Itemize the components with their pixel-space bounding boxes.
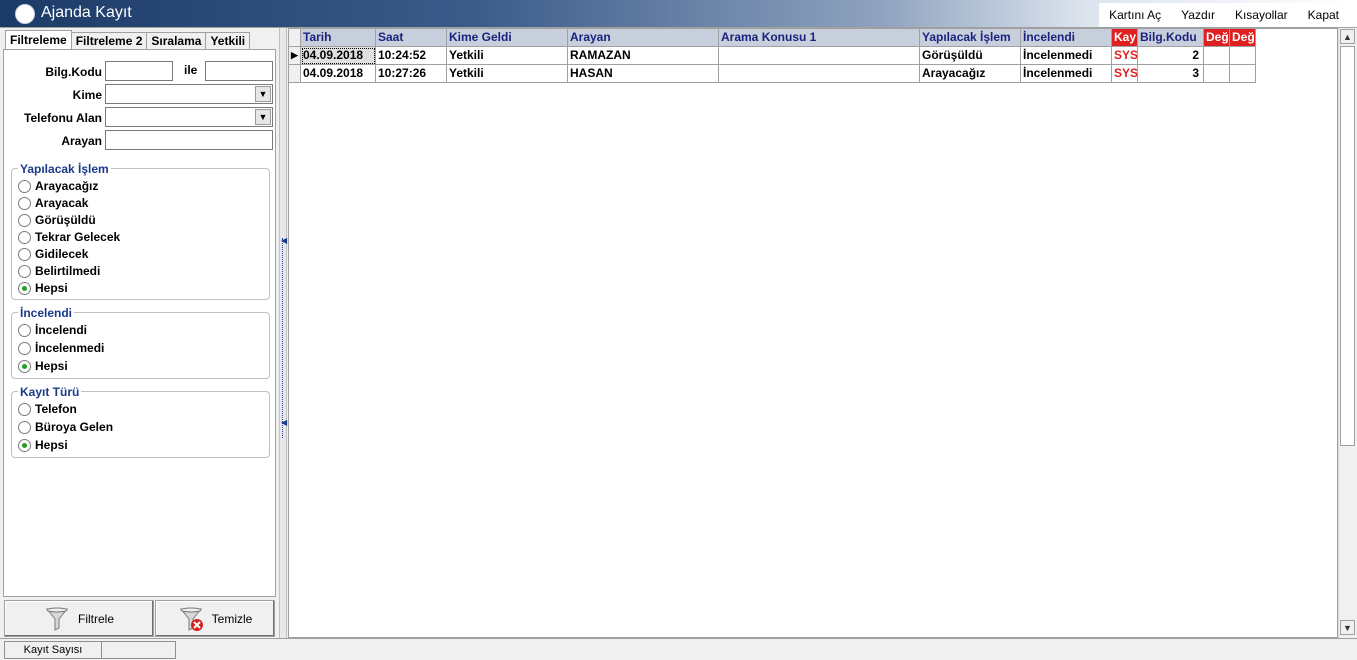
filter-tabs: Filtreleme Filtreleme 2 Sıralama Yetkili [5,30,251,50]
col-incelendi[interactable]: İncelendi [1021,29,1112,47]
clear-button[interactable]: Temizle [155,600,275,637]
scroll-thumb[interactable] [1340,46,1355,446]
collapse-left-icon[interactable]: ◀ [281,418,287,427]
grid-vertical-scrollbar[interactable]: ▲ ▼ [1338,28,1356,638]
tab-filtreleme-2[interactable]: Filtreleme 2 [70,32,148,50]
current-row-icon: ▶ [289,47,301,65]
tab-filtreleme[interactable]: Filtreleme [5,30,72,50]
window-title: Ajanda Kayıt [41,4,132,21]
radio-incelendi[interactable]: İncelendi [18,323,87,337]
menu-print[interactable]: Yazdır [1171,8,1225,22]
incelendi-group: İncelendi İncelendi İncelenmedi Hepsi [11,306,270,379]
col-kay[interactable]: Kay [1112,29,1138,47]
radio-yapilacak-hepsi[interactable]: Hepsi [18,281,68,295]
menu-open-card[interactable]: Kartını Aç [1099,8,1171,22]
radio-arayacagiz[interactable]: Arayacağız [18,179,98,193]
table-row[interactable]: 04.09.2018 10:27:26 Yetkili HASAN Arayac… [289,65,1256,83]
app-logo-icon [15,4,35,24]
col-arayan[interactable]: Arayan [568,29,719,47]
radio-belirtilmedi[interactable]: Belirtilmedi [18,264,100,278]
radio-kayit-hepsi[interactable]: Hepsi [18,438,68,452]
ile-label: ile [184,63,198,77]
kime-label: Kime [72,88,102,102]
telefonu-alan-select[interactable]: ▼ [105,107,273,127]
scroll-down-icon[interactable]: ▼ [1340,620,1355,635]
yapilacak-islem-group: Yapılacak İşlem Arayacağız Arayacak Görü… [11,162,270,300]
panel-splitter[interactable]: ◀ ◀ [279,28,287,638]
title-bar: Ajanda Kayıt Kartını Aç Yazdır Kısayolla… [0,0,1357,28]
bilg-kodu-to-input[interactable] [205,61,273,81]
col-arama-konusu[interactable]: Arama Konusu 1 [719,29,920,47]
yapilacak-islem-title: Yapılacak İşlem [18,162,111,176]
filter-button[interactable]: Filtrele [4,600,154,637]
telefonu-alan-label: Telefonu Alan [24,111,102,125]
filter-panel: Filtreleme Filtreleme 2 Sıralama Yetkili… [3,28,276,638]
col-saat[interactable]: Saat [376,29,447,47]
table-row[interactable]: ▶ 04.09.2018 10:24:52 Yetkili RAMAZAN Gö… [289,47,1256,65]
chevron-down-icon[interactable]: ▼ [255,86,271,102]
kayit-turu-group: Kayıt Türü Telefon Büroya Gelen Hepsi [11,385,270,458]
records-grid: Tarih Saat Kime Geldi Arayan Arama Konus… [288,28,1338,638]
col-yapilacak-islem[interactable]: Yapılacak İşlem [920,29,1021,47]
filter-tab-body: Bilg.Kodu ile Kime ▼ Telefonu Alan ▼ Ara… [3,49,276,597]
arayan-input[interactable] [105,130,273,150]
tab-siralama[interactable]: Sıralama [146,32,207,50]
radio-telefon[interactable]: Telefon [18,402,77,416]
menu-close[interactable]: Kapat [1298,8,1357,22]
arayan-label: Arayan [61,134,102,148]
radio-incelenmedi[interactable]: İncelenmedi [18,341,104,355]
record-count-label: Kayıt Sayısı [4,641,102,659]
chevron-down-icon[interactable]: ▼ [255,109,271,125]
radio-tekrar-gelecek[interactable]: Tekrar Gelecek [18,230,120,244]
radio-gidilecek[interactable]: Gidilecek [18,247,88,261]
bilg-kodu-label: Bilg.Kodu [45,65,102,79]
radio-gorusuldu[interactable]: Görüşüldü [18,213,96,227]
status-bar: Kayıt Sayısı [0,638,1357,660]
menu-shortcuts[interactable]: Kısayollar [1225,8,1298,22]
record-count-value [102,641,176,659]
radio-buroya-gelen[interactable]: Büroya Gelen [18,420,113,434]
col-deg-2[interactable]: Değ [1230,29,1256,47]
kayit-turu-title: Kayıt Türü [18,385,82,399]
radio-incelendi-hepsi[interactable]: Hepsi [18,359,68,373]
collapse-left-icon[interactable]: ◀ [281,236,287,245]
scroll-up-icon[interactable]: ▲ [1340,29,1355,44]
top-menu: Kartını Aç Yazdır Kısayollar Kapat [1099,3,1357,27]
clear-filter-icon [178,606,204,632]
col-deg-1[interactable]: Değ [1204,29,1230,47]
col-tarih[interactable]: Tarih [301,29,376,47]
kime-select[interactable]: ▼ [105,84,273,104]
table-header-row: Tarih Saat Kime Geldi Arayan Arama Konus… [289,29,1256,47]
incelendi-title: İncelendi [18,306,75,320]
bilg-kodu-from-input[interactable] [105,61,173,81]
radio-arayacak[interactable]: Arayacak [18,196,88,210]
tab-yetkili[interactable]: Yetkili [205,32,251,50]
col-kime-geldi[interactable]: Kime Geldi [447,29,568,47]
col-bilg-kodu[interactable]: Bilg.Kodu [1138,29,1204,47]
funnel-icon [44,606,70,632]
